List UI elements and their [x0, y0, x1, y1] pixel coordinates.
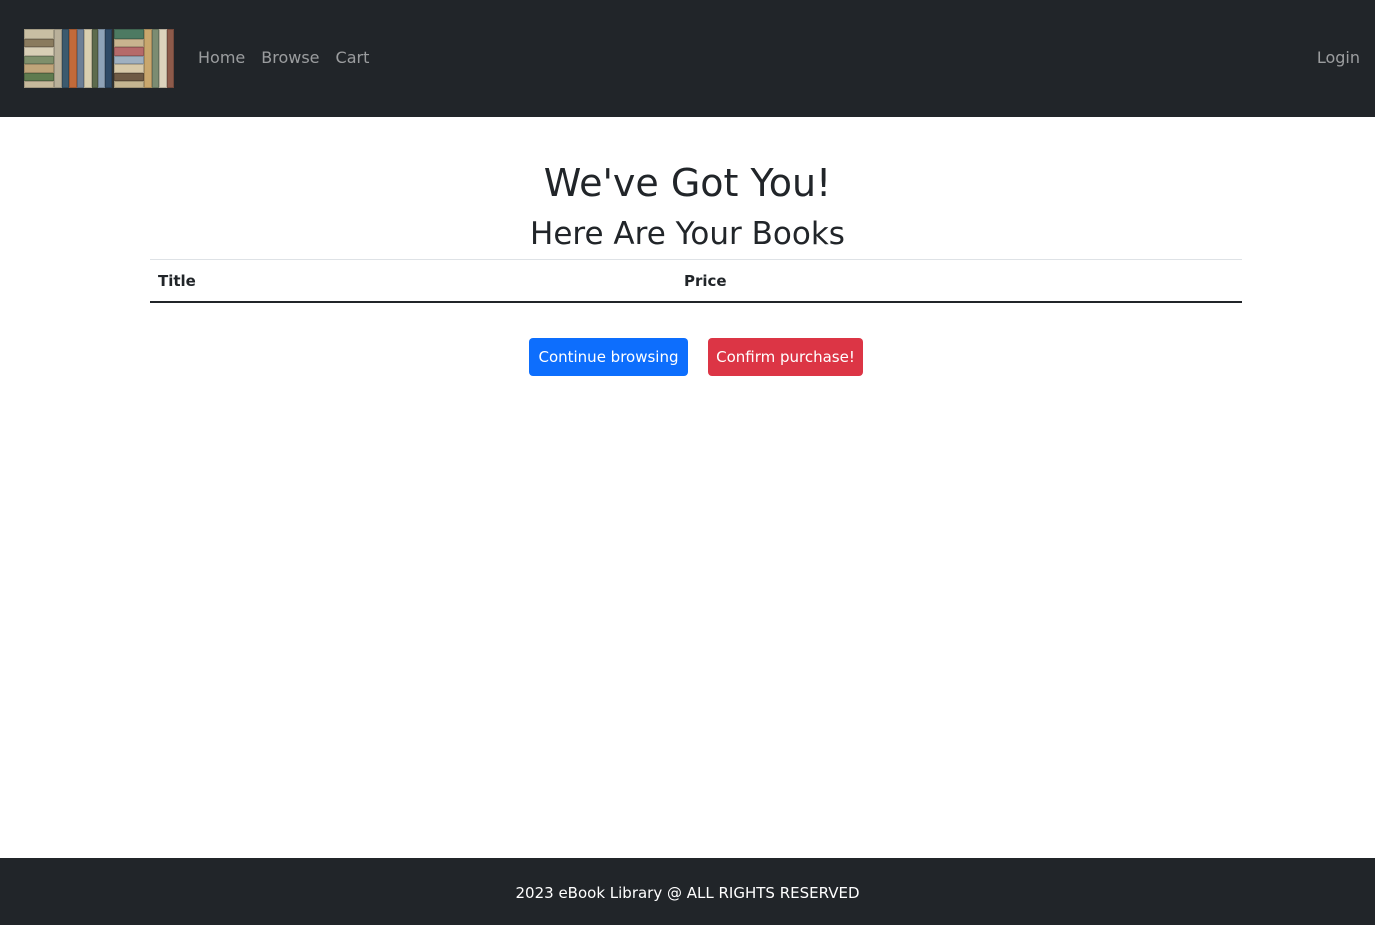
- column-header-title: Title: [150, 259, 676, 303]
- brand-logo[interactable]: [24, 29, 174, 88]
- logo-book-spine: [24, 73, 54, 81]
- books-table: Title Price: [150, 259, 1242, 303]
- continue-browsing-button[interactable]: Continue browsing: [529, 338, 688, 376]
- logo-book-spine: [24, 39, 54, 47]
- logo-book-spine: [105, 29, 112, 88]
- nav-links: Home Browse Cart: [190, 46, 377, 70]
- footer-copyright: 2023 eBook Library @ ALL RIGHTS RESERVED: [515, 884, 860, 902]
- logo-book-spine: [24, 29, 54, 39]
- logo-book-spine: [114, 81, 144, 88]
- logo-book-spine: [114, 73, 144, 81]
- logo-book-spine: [77, 29, 84, 88]
- logo-book-spine: [98, 29, 105, 88]
- nav-link-browse[interactable]: Browse: [253, 46, 327, 70]
- column-header-price: Price: [676, 259, 1242, 303]
- table-header-row: Title Price: [150, 259, 1242, 303]
- logo-book-spine: [114, 47, 144, 56]
- logo-book-spine: [24, 47, 54, 56]
- logo-book-spine: [24, 64, 54, 73]
- logo-book-spine: [144, 29, 152, 88]
- logo-book-spine: [114, 39, 144, 47]
- logo-book-spine: [114, 29, 144, 39]
- page-title: We've Got You!: [543, 161, 832, 205]
- footer: 2023 eBook Library @ ALL RIGHTS RESERVED: [0, 858, 1375, 925]
- confirm-purchase-button[interactable]: Confirm purchase!: [708, 338, 863, 376]
- navbar: Home Browse Cart Login: [0, 0, 1375, 117]
- logo-book-spine: [167, 29, 174, 88]
- logo-book-spine: [84, 29, 92, 88]
- nav-link-home[interactable]: Home: [190, 46, 253, 70]
- nav-link-cart[interactable]: Cart: [328, 46, 378, 70]
- logo-book-spine: [159, 29, 167, 88]
- page-subtitle: Here Are Your Books: [530, 216, 845, 252]
- logo-book-spine: [24, 81, 54, 88]
- logo-book-spine: [152, 29, 159, 88]
- logo-book-spine: [54, 29, 62, 88]
- logo-book-spine: [114, 64, 144, 73]
- nav-link-login[interactable]: Login: [1317, 46, 1360, 70]
- logo-book-spine: [62, 29, 69, 88]
- logo-book-spine: [114, 56, 144, 64]
- logo-book-spine: [24, 56, 54, 64]
- logo-book-spine: [69, 29, 77, 88]
